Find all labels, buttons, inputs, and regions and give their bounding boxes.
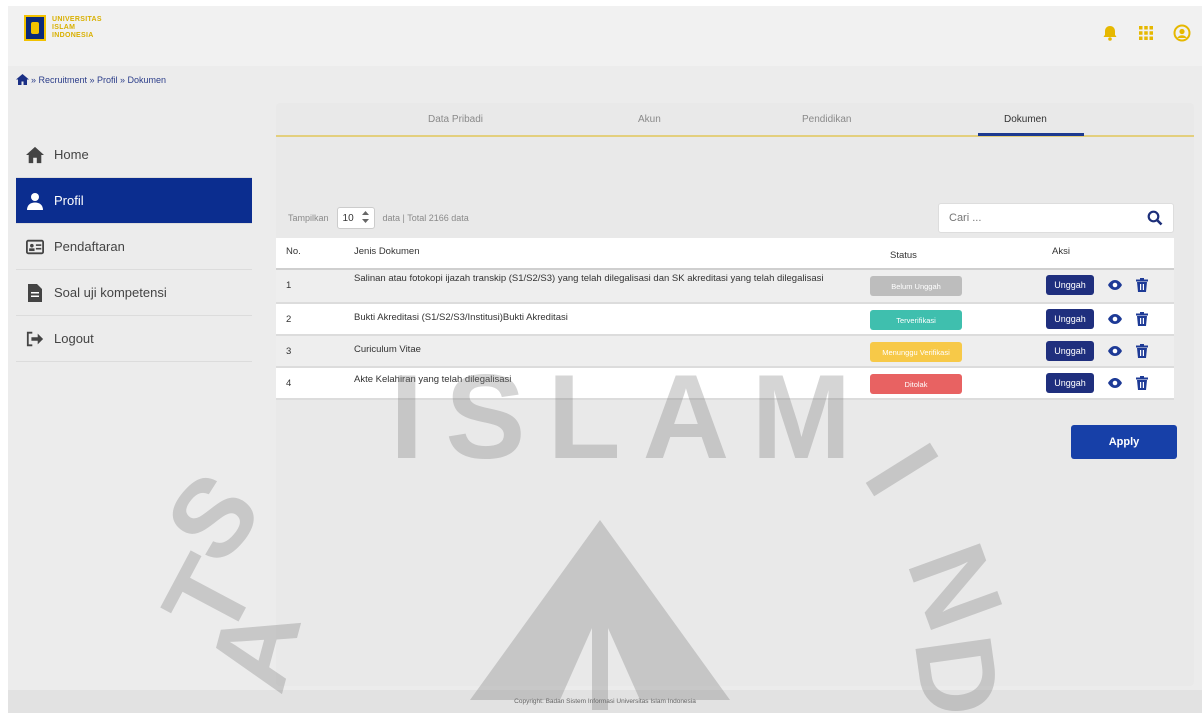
eye-icon[interactable] [1108,278,1122,292]
id-card-icon [26,238,44,256]
apply-button[interactable]: Apply [1071,425,1177,459]
sidebar-item-label: Home [54,147,89,162]
user-circle-icon[interactable] [1172,24,1192,44]
footer: Copyright: Badan Sistem Informasi Univer… [8,690,1202,713]
upload-button[interactable]: Unggah [1046,373,1094,393]
profile-tabs: Data Pribadi Akun Pendidikan Dokumen [276,103,1194,137]
row-no: 1 [286,280,292,291]
bell-icon[interactable] [1100,24,1120,44]
trash-icon[interactable] [1136,344,1150,358]
eye-icon[interactable] [1108,344,1122,358]
tab-pendidikan[interactable]: Pendidikan [802,114,851,125]
logout-icon [26,330,44,348]
eye-icon[interactable] [1108,312,1122,326]
tab-data-pribadi[interactable]: Data Pribadi [428,114,483,125]
search-icon[interactable] [1147,210,1163,226]
stepper-icon [361,210,369,226]
row-no: 3 [286,346,292,357]
user-icon [26,192,44,210]
row-jenis: Curiculum Vitae [354,344,421,355]
breadcrumb: » Recruitment » Profil » Dokumen [16,74,166,85]
active-tab-indicator [978,133,1084,136]
table-header-row: No. Jenis Dokumen Status Aksi [276,238,1174,270]
total-data-label: data | Total 2166 data [382,213,469,223]
per-page-select[interactable]: 10 [336,207,375,229]
upload-button[interactable]: Unggah [1046,341,1094,361]
per-page-value: 10 [342,212,354,224]
logo-text: UNIVERSITAS ISLAM INDONESIA [52,16,102,39]
home-icon[interactable] [16,74,29,85]
sidebar-item-pendaftaran[interactable]: Pendaftaran [16,224,252,270]
row-no: 2 [286,314,292,325]
row-actions: Unggah [1046,373,1150,393]
trash-icon[interactable] [1136,312,1150,326]
row-jenis: Salinan atau fotokopi ijazah transkip (S… [354,273,824,284]
trash-icon[interactable] [1136,278,1150,292]
sidebar-item-logout[interactable]: Logout [16,316,252,362]
row-actions: Unggah [1046,309,1150,329]
show-label: Tampilkan [288,213,329,223]
sidebar-item-label: Pendaftaran [54,239,125,254]
home-icon [26,146,44,164]
search-input[interactable] [949,212,1129,224]
eye-icon[interactable] [1108,376,1122,390]
status-badge: Belum Unggah [870,276,962,296]
row-jenis: Akte Kelahiran yang telah dilegalisasi [354,374,512,385]
sidebar-item-label: Profil [54,193,84,208]
status-badge: Terverifikasi [870,310,962,330]
table-row: 3 Curiculum Vitae Menunggu Verifikasi Un… [276,336,1174,368]
app-frame: UNIVERSITAS ISLAM INDONESIA » Recruitmen… [8,6,1202,713]
search-box [938,203,1174,233]
sidebar-item-label: Soal uji kompetensi [54,285,167,300]
tab-dokumen[interactable]: Dokumen [1004,114,1047,125]
grid-icon[interactable] [1136,24,1156,44]
sidebar-item-soal[interactable]: Soal uji kompetensi [16,270,252,316]
table-controls: Tampilkan 10 data | Total 2166 data [288,207,469,229]
table-row: 1 Salinan atau fotokopi ijazah transkip … [276,270,1174,304]
trash-icon[interactable] [1136,376,1150,390]
table-row: 2 Bukti Akreditasi (S1/S2/S3/Institusi)B… [276,304,1174,336]
table-row: 4 Akte Kelahiran yang telah dilegalisasi… [276,368,1174,400]
status-badge: Ditolak [870,374,962,394]
file-icon [26,283,44,302]
sidebar-item-home[interactable]: Home [16,132,252,178]
logo-emblem [24,15,46,41]
breadcrumb-trail[interactable]: » Recruitment » Profil » Dokumen [31,75,166,85]
row-no: 4 [286,378,292,389]
col-status: Status [890,250,917,261]
upload-button[interactable]: Unggah [1046,275,1094,295]
row-actions: Unggah [1046,341,1150,361]
sidebar: Home Profil Pendaftaran Soal uji kompete… [16,132,252,362]
col-no: No. [286,246,301,257]
upload-button[interactable]: Unggah [1046,309,1094,329]
row-actions: Unggah [1046,275,1150,295]
top-header: UNIVERSITAS ISLAM INDONESIA [8,6,1202,66]
header-actions [1100,24,1192,44]
tab-akun[interactable]: Akun [638,114,661,125]
row-jenis: Bukti Akreditasi (S1/S2/S3/Institusi)Buk… [354,312,568,323]
col-jenis: Jenis Dokumen [354,246,420,257]
col-aksi: Aksi [1052,246,1070,257]
status-badge: Menunggu Verifikasi [870,342,962,362]
uii-logo[interactable]: UNIVERSITAS ISLAM INDONESIA [24,15,102,41]
sidebar-item-profil[interactable]: Profil [16,178,252,224]
documents-table: No. Jenis Dokumen Status Aksi 1 Salinan … [276,238,1174,400]
sidebar-item-label: Logout [54,331,94,346]
main-card: Data Pribadi Akun Pendidikan Dokumen Tam… [276,103,1194,686]
